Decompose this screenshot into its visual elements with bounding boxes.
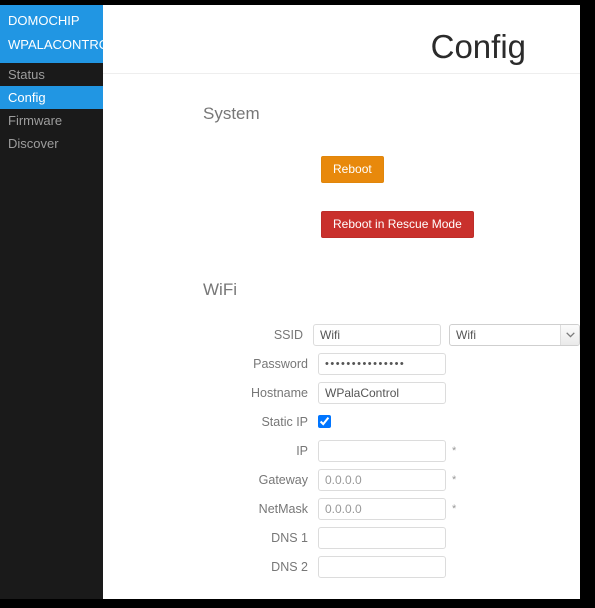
gateway-required-mark: * — [452, 473, 457, 486]
page-title: Config — [430, 28, 526, 65]
system-section: System Reboot Reboot in Rescue Mode — [103, 74, 580, 238]
ssid-scan-select[interactable]: Wifi — [449, 323, 580, 346]
wifi-section-title: WiFi — [203, 280, 237, 299]
ip-label: IP — [296, 443, 308, 458]
rescue-button-row: Reboot in Rescue Mode — [221, 211, 580, 238]
ssid-input[interactable] — [313, 323, 441, 346]
form-row-gateway: Gateway * — [103, 465, 580, 494]
sidebar-item-discover[interactable]: Discover — [0, 132, 103, 155]
form-row-ip: IP * — [103, 436, 580, 465]
sidebar-brand[interactable]: DOMOCHIP WPALACONTROL — [0, 5, 103, 63]
reboot-button-row: Reboot — [221, 156, 580, 183]
wifi-form: SSID Wifi Password — [103, 320, 580, 581]
gateway-label: Gateway — [258, 472, 308, 487]
sidebar: DOMOCHIP WPALACONTROL Status Config Firm… — [0, 5, 103, 599]
gateway-input[interactable] — [318, 468, 446, 491]
brand-line-wpalacontrol: WPALACONTROL — [8, 37, 103, 52]
sidebar-item-config[interactable]: Config — [0, 86, 103, 109]
brand-line-domochip: DOMOCHIP — [8, 13, 80, 28]
hostname-input[interactable] — [318, 381, 446, 404]
dns2-input[interactable] — [318, 555, 446, 578]
password-input[interactable] — [318, 352, 446, 375]
form-row-ssid: SSID Wifi — [103, 320, 580, 349]
password-label: Password — [253, 356, 308, 371]
ip-input[interactable] — [318, 439, 446, 462]
wifi-section: WiFi SSID Wifi Wifi Password •••••••••••… — [103, 238, 580, 599]
reboot-button[interactable]: Reboot — [321, 156, 384, 183]
chevron-down-icon[interactable] — [560, 324, 579, 345]
form-row-static-ip: Static IP — [103, 407, 580, 436]
hostname-label: Hostname — [251, 385, 308, 400]
dns1-label: DNS 1 — [271, 530, 308, 545]
sidebar-item-firmware[interactable]: Firmware — [0, 109, 103, 132]
netmask-input[interactable] — [318, 497, 446, 520]
page-surface: DOMOCHIP WPALACONTROL Status Config Firm… — [0, 5, 580, 599]
reboot-rescue-mode-button[interactable]: Reboot in Rescue Mode — [321, 211, 474, 238]
form-row-dns2: DNS 2 — [103, 552, 580, 581]
dns1-input[interactable] — [318, 526, 446, 549]
main-content: Config System Reboot Reboot in Rescue Mo… — [103, 5, 580, 599]
sidebar-item-status[interactable]: Status — [0, 63, 103, 86]
netmask-required-mark: * — [452, 502, 457, 515]
netmask-label: NetMask — [258, 501, 308, 516]
dns2-label: DNS 2 — [271, 559, 308, 574]
browser-window-frame: DOMOCHIP WPALACONTROL Status Config Firm… — [0, 0, 595, 608]
static-ip-checkbox[interactable] — [318, 415, 331, 428]
ip-required-mark: * — [452, 444, 457, 457]
static-ip-label: Static IP — [261, 414, 308, 429]
form-row-dns1: DNS 1 — [103, 523, 580, 552]
form-row-password: Password — [103, 349, 580, 378]
system-section-title: System — [203, 104, 260, 123]
ssid-label: SSID — [273, 327, 303, 342]
form-row-netmask: NetMask * — [103, 494, 580, 523]
form-row-hostname: Hostname — [103, 378, 580, 407]
